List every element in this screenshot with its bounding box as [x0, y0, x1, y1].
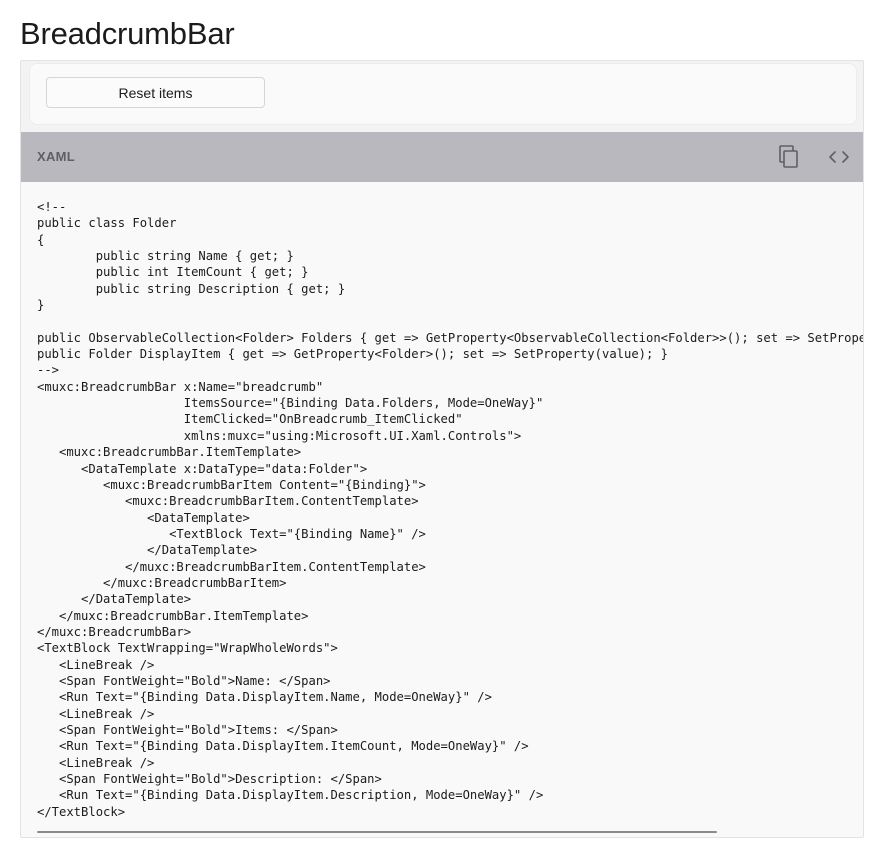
- page: BreadcrumbBar Reset items XAML <!-- publ…: [0, 0, 873, 848]
- horizontal-scrollbar[interactable]: [37, 831, 717, 833]
- copy-code-button[interactable]: [774, 142, 804, 172]
- code-language-label: XAML: [37, 149, 76, 164]
- toggle-code-button[interactable]: [824, 142, 854, 172]
- copy-icon: [779, 145, 798, 168]
- code-header: XAML: [21, 132, 863, 182]
- page-title: BreadcrumbBar: [20, 16, 235, 51]
- code-area[interactable]: <!-- public class Folder { public string…: [21, 182, 863, 837]
- reset-items-button[interactable]: Reset items: [46, 77, 265, 108]
- code-text: <!-- public class Folder { public string…: [37, 200, 863, 819]
- code-brackets-icon: [829, 151, 849, 163]
- example-output-panel: Reset items: [29, 63, 857, 125]
- example-card: Reset items XAML <!-- public class Folde…: [20, 60, 864, 838]
